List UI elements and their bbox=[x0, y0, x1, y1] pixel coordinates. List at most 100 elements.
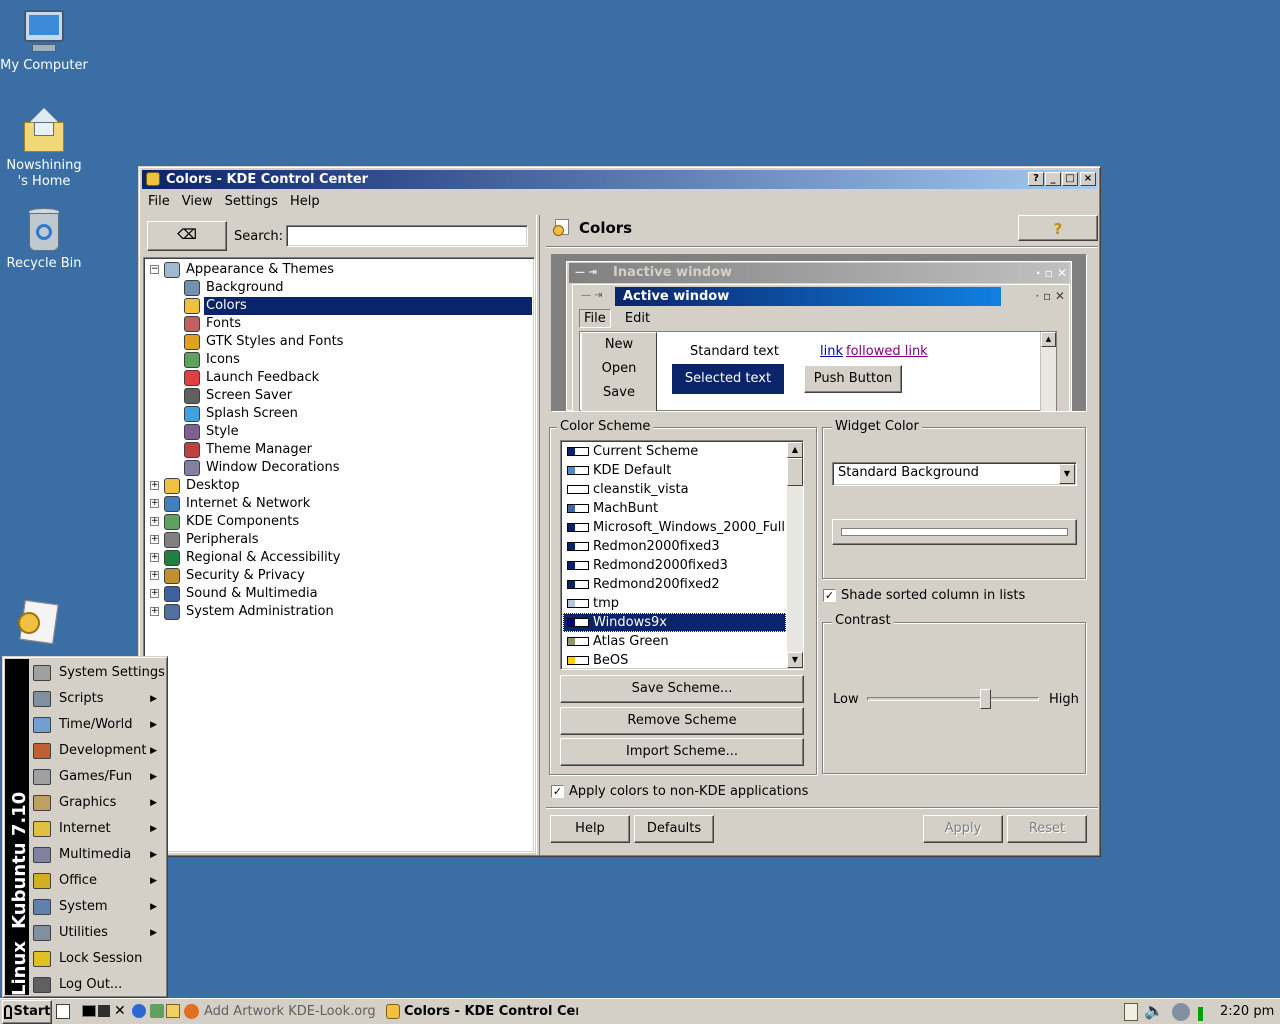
task-control-center[interactable]: Colors - KDE Control Cent bbox=[382, 1001, 578, 1023]
quicklaunch-files-icon[interactable] bbox=[166, 1004, 180, 1018]
quicklaunch-browser-icon[interactable] bbox=[132, 1004, 146, 1018]
tree-item-gtk-styles-and-fonts[interactable]: GTK Styles and Fonts bbox=[144, 333, 532, 351]
desktop-icon-my-computer[interactable]: My Computer bbox=[0, 8, 88, 74]
tree-item-internet-network[interactable]: + Internet & Network bbox=[144, 495, 532, 513]
color-scheme-item[interactable]: Current Scheme bbox=[563, 442, 786, 461]
desktop-icon-home[interactable]: Nowshining 's Home bbox=[0, 108, 88, 190]
menu-view[interactable]: View bbox=[176, 191, 219, 209]
minimize-button[interactable]: _ bbox=[1045, 172, 1061, 186]
menu-file[interactable]: File bbox=[142, 191, 176, 209]
menu-settings[interactable]: Settings bbox=[219, 191, 284, 209]
clock[interactable]: 2:20 pm bbox=[1220, 1003, 1274, 1021]
tree-item-sound-multimedia[interactable]: + Sound & Multimedia bbox=[144, 585, 532, 603]
shade-sorted-label[interactable]: Shade sorted column in lists bbox=[841, 588, 1025, 603]
tree-item-window-decorations[interactable]: Window Decorations bbox=[144, 459, 532, 477]
whats-this-button[interactable]: ? bbox=[1018, 215, 1098, 241]
tree-item-security-privacy[interactable]: + Security & Privacy bbox=[144, 567, 532, 585]
quicklaunch-x-icon[interactable]: ✕ bbox=[114, 1003, 126, 1019]
maximize-button[interactable]: □ bbox=[1062, 172, 1078, 186]
defaults-button[interactable]: Defaults bbox=[634, 815, 714, 843]
start-menu-item-utilities[interactable]: Utilities ▶ bbox=[29, 920, 165, 946]
color-scheme-item[interactable]: BeOS bbox=[563, 651, 786, 668]
tree-item-system-administration[interactable]: + System Administration bbox=[144, 603, 532, 621]
start-menu-item-log-out[interactable]: Log Out... bbox=[29, 972, 165, 998]
color-scheme-item[interactable]: Redmond2000fixed3 bbox=[563, 556, 786, 575]
tree-item-icons[interactable]: Icons bbox=[144, 351, 532, 369]
color-scheme-item[interactable]: Atlas Green bbox=[563, 632, 786, 651]
remove-scheme-button[interactable]: Remove Scheme bbox=[560, 707, 804, 735]
expand-icon[interactable]: + bbox=[150, 535, 159, 544]
apply-non-kde-checkbox[interactable]: ✓ bbox=[551, 785, 564, 798]
apply-button[interactable]: Apply bbox=[923, 815, 1003, 843]
shade-sorted-checkbox[interactable]: ✓ bbox=[823, 589, 836, 602]
start-menu-item-scripts[interactable]: Scripts ▶ bbox=[29, 686, 165, 712]
import-scheme-button[interactable]: Import Scheme... bbox=[560, 738, 804, 766]
scroll-up-icon[interactable]: ▲ bbox=[787, 442, 803, 458]
pane-splitter[interactable] bbox=[536, 215, 540, 855]
widget-color-button[interactable] bbox=[832, 519, 1077, 545]
volume-icon[interactable]: 🔈 bbox=[1144, 1001, 1164, 1020]
tree-item-kde-components[interactable]: + KDE Components bbox=[144, 513, 532, 531]
expand-icon[interactable]: + bbox=[150, 481, 159, 490]
tree-item-peripherals[interactable]: + Peripherals bbox=[144, 531, 532, 549]
tree-item-style[interactable]: Style bbox=[144, 423, 532, 441]
task-firefox[interactable]: Add Artwork KDE-Look.org - F bbox=[182, 1001, 378, 1023]
help-button[interactable]: Help bbox=[550, 815, 630, 843]
clear-search-button[interactable]: ⌫ bbox=[147, 221, 227, 251]
desktop-icon-recycle-bin[interactable]: Recycle Bin bbox=[0, 206, 88, 272]
collapse-icon[interactable]: − bbox=[150, 265, 159, 274]
color-scheme-item[interactable]: Windows9x bbox=[563, 613, 786, 632]
quicklaunch-editor-icon[interactable] bbox=[56, 1004, 70, 1019]
tree-item-regional-accessibility[interactable]: + Regional & Accessibility bbox=[144, 549, 532, 567]
apply-non-kde-label[interactable]: Apply colors to non-KDE applications bbox=[569, 784, 808, 799]
tree-item-screen-saver[interactable]: Screen Saver bbox=[144, 387, 532, 405]
start-menu-item-multimedia[interactable]: Multimedia ▶ bbox=[29, 842, 165, 868]
widget-color-select[interactable]: Standard Background ▼ bbox=[832, 462, 1077, 486]
start-menu-item-development[interactable]: Development ▶ bbox=[29, 738, 165, 764]
tree-item-background[interactable]: Background bbox=[144, 279, 532, 297]
tree-item-desktop[interactable]: + Desktop bbox=[144, 477, 532, 495]
help-title-button[interactable]: ? bbox=[1028, 172, 1044, 186]
color-scheme-item[interactable]: MachBunt bbox=[563, 499, 786, 518]
window-titlebar[interactable]: Colors - KDE Control Center ? _ □ × bbox=[142, 170, 1097, 189]
clipboard-icon[interactable] bbox=[1124, 1003, 1138, 1021]
tree-item-launch-feedback[interactable]: Launch Feedback bbox=[144, 369, 532, 387]
quicklaunch-terminal-icon[interactable] bbox=[82, 1005, 96, 1017]
start-menu-item-internet[interactable]: Internet ▶ bbox=[29, 816, 165, 842]
quicklaunch-network-icon[interactable] bbox=[150, 1004, 164, 1018]
battery-icon[interactable] bbox=[1198, 1007, 1203, 1021]
scroll-thumb[interactable] bbox=[787, 458, 803, 486]
tree-item-colors[interactable]: Colors bbox=[144, 297, 532, 315]
contrast-slider[interactable] bbox=[867, 689, 1039, 709]
color-scheme-item[interactable]: Microsoft_Windows_2000_Full bbox=[563, 518, 786, 537]
reset-button[interactable]: Reset bbox=[1007, 815, 1087, 843]
color-scheme-item[interactable]: cleanstik_vista bbox=[563, 480, 786, 499]
color-scheme-item[interactable]: KDE Default bbox=[563, 461, 786, 480]
color-scheme-item[interactable]: Redmond200fixed2 bbox=[563, 575, 786, 594]
color-scheme-scrollbar[interactable]: ▲ ▼ bbox=[787, 442, 803, 668]
desktop-icon-control-center[interactable] bbox=[18, 599, 66, 650]
expand-icon[interactable]: + bbox=[150, 517, 159, 526]
quicklaunch-konsole-icon[interactable] bbox=[98, 1005, 110, 1017]
start-button[interactable]: Start bbox=[2, 1000, 52, 1024]
start-menu-item-lock-session[interactable]: Lock Session bbox=[29, 946, 165, 972]
tree-item-splash-screen[interactable]: Splash Screen bbox=[144, 405, 532, 423]
network-tray-icon[interactable] bbox=[1172, 1003, 1190, 1021]
search-input[interactable] bbox=[286, 225, 528, 247]
chevron-down-icon[interactable]: ▼ bbox=[1059, 464, 1075, 484]
close-button[interactable]: × bbox=[1080, 172, 1096, 186]
start-menu-item-graphics[interactable]: Graphics ▶ bbox=[29, 790, 165, 816]
contrast-slider-thumb[interactable] bbox=[980, 689, 991, 709]
start-menu-item-system-settings[interactable]: System Settings bbox=[29, 660, 165, 686]
start-menu-item-games-fun[interactable]: Games/Fun ▶ bbox=[29, 764, 165, 790]
color-scheme-list[interactable]: Current Scheme KDE Default cleanstik_vista… bbox=[560, 440, 804, 670]
scroll-down-icon[interactable]: ▼ bbox=[787, 652, 803, 668]
menu-help[interactable]: Help bbox=[284, 191, 326, 209]
expand-icon[interactable]: + bbox=[150, 499, 159, 508]
start-menu-item-time-world[interactable]: Time/World ▶ bbox=[29, 712, 165, 738]
start-menu-item-office[interactable]: Office ▶ bbox=[29, 868, 165, 894]
expand-icon[interactable]: + bbox=[150, 571, 159, 580]
color-scheme-item[interactable]: tmp bbox=[563, 594, 786, 613]
tree-item-fonts[interactable]: Fonts bbox=[144, 315, 532, 333]
color-preview[interactable]: Inactive window — ⇥ · ▫ ✕ — ⇥ Active win… bbox=[551, 254, 1087, 412]
